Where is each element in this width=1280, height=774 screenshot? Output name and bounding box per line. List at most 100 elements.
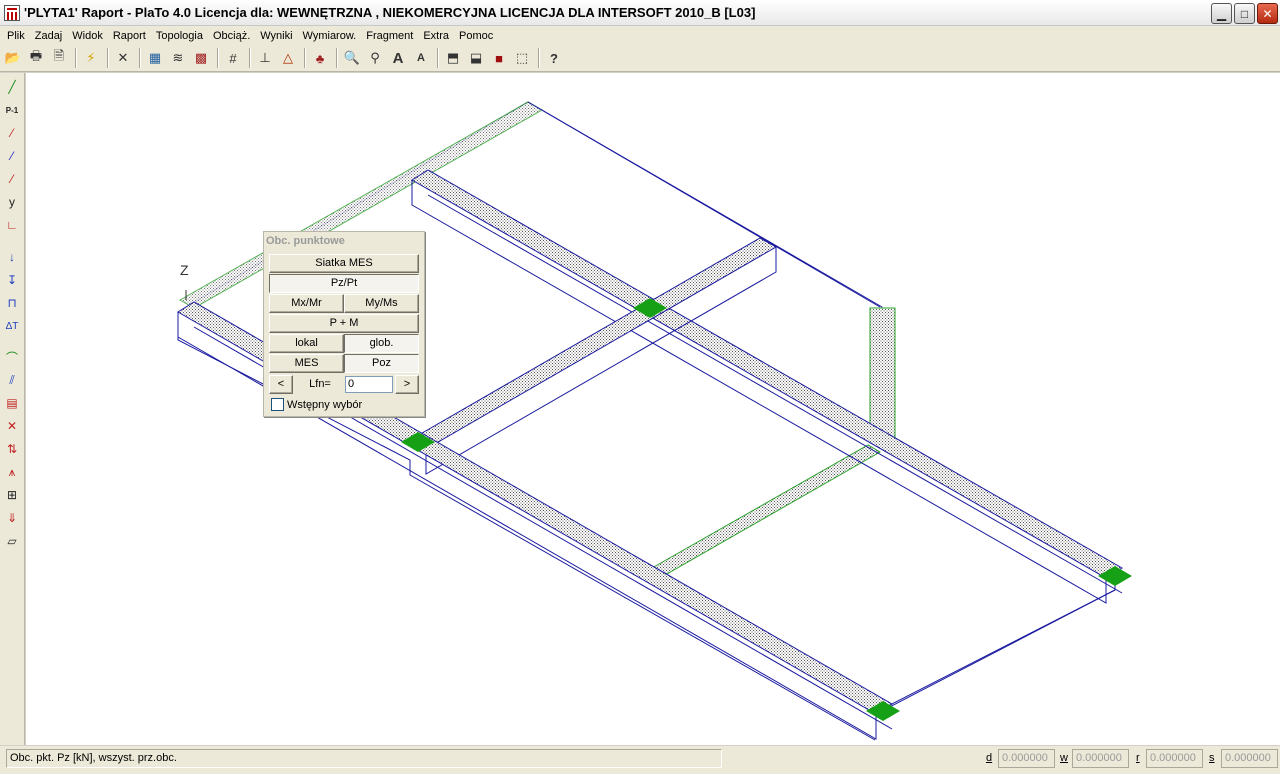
menu-wymiarow[interactable]: Wymiarow. bbox=[298, 30, 362, 42]
p-plus-m-button[interactable]: P + M bbox=[269, 314, 419, 333]
menu-extra[interactable]: Extra bbox=[418, 30, 454, 42]
slab-tool-icon[interactable]: ⫽ bbox=[1, 370, 23, 390]
distributed-load-icon[interactable]: ⊓ bbox=[1, 293, 23, 313]
beam2-tool-icon[interactable]: ⁄ bbox=[1, 146, 23, 166]
grid-icon[interactable]: # bbox=[222, 47, 244, 69]
point-load-panel: Obc. punktowe Siatka MES Pz/Pt Mx/Mr My/… bbox=[263, 231, 425, 417]
menu-wyniki[interactable]: Wyniki bbox=[255, 30, 297, 42]
app-icon[interactable] bbox=[4, 4, 20, 21]
poz-button[interactable]: Poz bbox=[344, 354, 419, 373]
r-label: r bbox=[1136, 752, 1140, 764]
mx-mr-button[interactable]: Mx/Mr bbox=[269, 294, 344, 313]
menu-raport[interactable]: Raport bbox=[108, 30, 151, 42]
database-icon[interactable]: ▩ bbox=[190, 47, 212, 69]
eraser-icon[interactable]: ▱ bbox=[1, 531, 23, 551]
beam3-tool-icon[interactable]: ⁄ bbox=[1, 169, 23, 189]
green-column bbox=[869, 307, 896, 444]
toolbar-separator bbox=[75, 48, 76, 68]
p1-tool-icon[interactable]: P-1 bbox=[1, 100, 23, 120]
pz-pt-button[interactable]: Pz/Pt bbox=[269, 274, 419, 293]
toolbar-separator bbox=[217, 48, 218, 68]
maximize-button[interactable]: □ bbox=[1234, 3, 1255, 24]
glob-button[interactable]: glob. bbox=[344, 334, 419, 353]
menu-obciaz[interactable]: Obciąż. bbox=[208, 30, 255, 42]
view-3d-icon[interactable]: ⬒ bbox=[442, 47, 464, 69]
print-icon[interactable]: 🖶 bbox=[25, 47, 47, 69]
menu-topologia[interactable]: Topologia bbox=[151, 30, 208, 42]
menu-bar: Plik Zadaj Widok Raport Topologia Obciąż… bbox=[0, 26, 1280, 45]
lokal-button[interactable]: lokal bbox=[269, 334, 344, 353]
support-tool-icon[interactable]: ⇅ bbox=[1, 439, 23, 459]
structure-drawing: Z bbox=[177, 101, 1132, 741]
triangle-icon[interactable]: △ bbox=[277, 47, 299, 69]
s-field: 0.000000 bbox=[1221, 749, 1278, 768]
arc-tool-icon[interactable]: ⌒ bbox=[1, 347, 23, 367]
panel-title[interactable]: Obc. punktowe bbox=[264, 232, 424, 251]
menu-pomoc[interactable]: Pomoc bbox=[454, 30, 498, 42]
plate-support-icon[interactable]: ⊞ bbox=[1, 485, 23, 505]
toolbar-separator bbox=[336, 48, 337, 68]
help-icon[interactable]: ? bbox=[543, 47, 565, 69]
layers-icon[interactable]: ≋ bbox=[167, 47, 189, 69]
view-wire-icon[interactable]: ⬚ bbox=[511, 47, 533, 69]
wstepny-wybor-label: Wstępny wybór bbox=[287, 399, 363, 411]
toolbar-separator bbox=[249, 48, 250, 68]
toolbar-separator bbox=[437, 48, 438, 68]
toolbar-separator bbox=[304, 48, 305, 68]
window-title: 'PLYTA1' Raport - PlaTo 4.0 Licencja dla… bbox=[24, 5, 756, 20]
lightning-icon[interactable]: ⚡ bbox=[80, 47, 102, 69]
font-smaller-icon[interactable]: A bbox=[410, 47, 432, 69]
lfn-label: Lfn= bbox=[309, 378, 331, 390]
green-beam-bottom bbox=[650, 444, 881, 576]
my-ms-button[interactable]: My/Ms bbox=[344, 294, 419, 313]
menu-fragment[interactable]: Fragment bbox=[361, 30, 418, 42]
line-tool-icon[interactable]: ╱ bbox=[1, 77, 23, 97]
r-field: 0.000000 bbox=[1146, 749, 1203, 768]
measure-icon[interactable]: ⊥ bbox=[254, 47, 276, 69]
left-toolbar: ╱ P-1 ⁄ ⁄ ⁄ y ∟ ↓ ↧ ⊓ ΔT ⌒ ⫽ ▤ ✕ ⇅ ⩚ ⊞ ⇓… bbox=[0, 73, 25, 745]
print-preview-icon[interactable]: 🗎 bbox=[48, 47, 70, 69]
moment-load-icon[interactable]: ↧ bbox=[1, 270, 23, 290]
toolbar-separator bbox=[139, 48, 140, 68]
calculator-icon[interactable]: ▦ bbox=[144, 47, 166, 69]
beam-tool-icon[interactable]: ⁄ bbox=[1, 123, 23, 143]
delete-icon[interactable]: ✕ bbox=[112, 47, 134, 69]
window-controls: ▁ □ ✕ bbox=[1211, 3, 1278, 24]
d-label: d bbox=[986, 752, 993, 764]
temperature-load-icon[interactable]: ΔT bbox=[1, 316, 23, 336]
point-load-icon[interactable]: ↓ bbox=[1, 247, 23, 267]
s-label: s bbox=[1209, 752, 1215, 764]
find-icon[interactable]: ⚲ bbox=[364, 47, 386, 69]
z-axis-label: Z bbox=[180, 262, 189, 278]
toolbar-separator bbox=[538, 48, 539, 68]
menu-plik[interactable]: Plik bbox=[2, 30, 30, 42]
minimize-button[interactable]: ▁ bbox=[1211, 3, 1232, 24]
open-icon[interactable]: 📂 bbox=[2, 47, 24, 69]
color-icon[interactable]: ♣ bbox=[309, 47, 331, 69]
y-tool-icon[interactable]: y bbox=[1, 192, 23, 212]
w-label: w bbox=[1060, 752, 1068, 764]
axis-tool-icon[interactable]: ∟ bbox=[1, 215, 23, 235]
lfn-input[interactable]: 0 bbox=[345, 376, 393, 393]
view-solid-icon[interactable]: ■ bbox=[488, 47, 510, 69]
view-box-icon[interactable]: ⬓ bbox=[465, 47, 487, 69]
prev-button[interactable]: < bbox=[269, 375, 293, 394]
drawing-canvas[interactable]: Z bbox=[26, 73, 1280, 745]
title-bar: 'PLYTA1' Raport - PlaTo 4.0 Licencja dla… bbox=[0, 0, 1280, 26]
siatka-mes-button[interactable]: Siatka MES bbox=[269, 254, 419, 273]
area-load-icon[interactable]: ▤ bbox=[1, 393, 23, 413]
toolbar-separator bbox=[107, 48, 108, 68]
menu-widok[interactable]: Widok bbox=[67, 30, 108, 42]
cross-tool-icon[interactable]: ✕ bbox=[1, 416, 23, 436]
font-larger-icon[interactable]: A bbox=[387, 47, 409, 69]
close-button[interactable]: ✕ bbox=[1257, 3, 1278, 24]
status-text: Obc. pkt. Pz [kN], wszyst. prz.obc. bbox=[6, 749, 722, 768]
line-support-icon[interactable]: ⩚ bbox=[1, 462, 23, 482]
zoom-icon[interactable]: 🔍 bbox=[341, 47, 363, 69]
menu-zadaj[interactable]: Zadaj bbox=[30, 30, 68, 42]
next-button[interactable]: > bbox=[395, 375, 419, 394]
wstepny-wybor-checkbox[interactable] bbox=[271, 398, 284, 411]
w-field: 0.000000 bbox=[1072, 749, 1129, 768]
mes-button[interactable]: MES bbox=[269, 354, 344, 373]
column-tool-icon[interactable]: ⇓ bbox=[1, 508, 23, 528]
